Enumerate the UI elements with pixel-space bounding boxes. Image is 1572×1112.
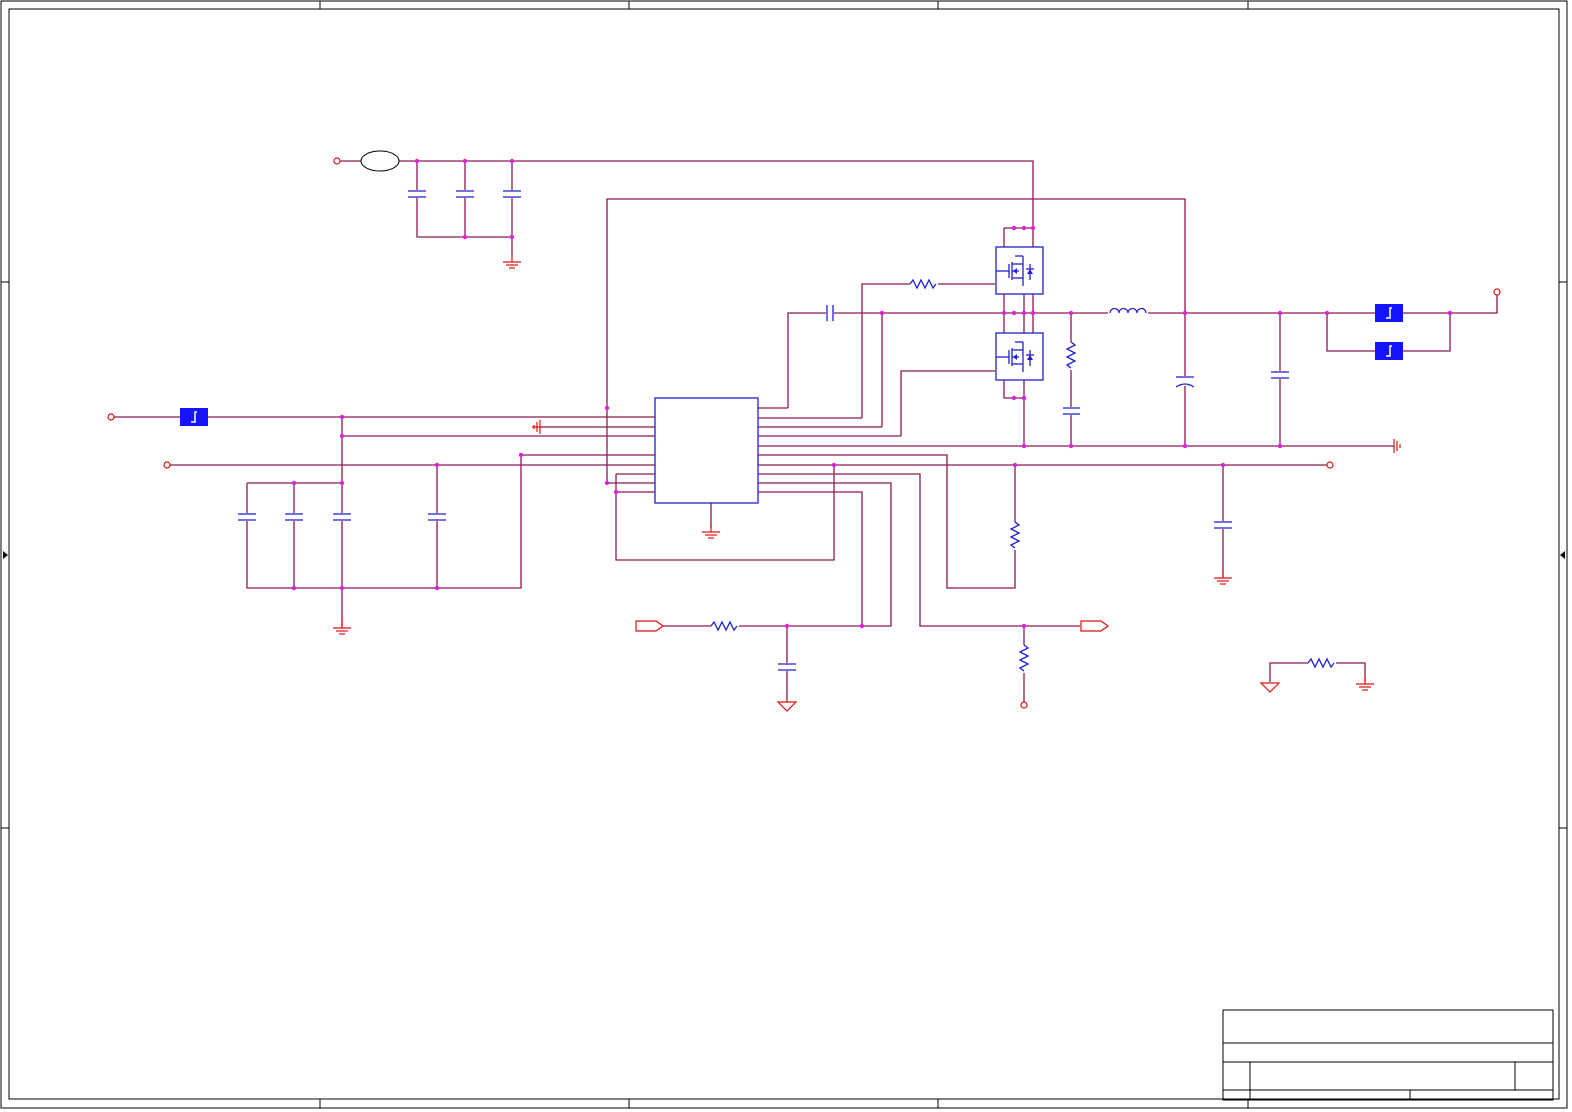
components [179, 150, 1404, 673]
controller-ic [654, 397, 759, 504]
signal-ground-symbol [776, 682, 1281, 712]
ground-symbol [1355, 675, 1375, 691]
schematic-canvas [0, 0, 1568, 1109]
wires [112, 160, 1498, 703]
ground-symbol [332, 619, 352, 635]
mosfet-high-side [995, 246, 1044, 295]
capacitor [234, 190, 1290, 671]
pad-symbol [1374, 303, 1404, 323]
ground-symbol [1213, 569, 1233, 585]
pad-symbol [179, 407, 209, 427]
sheet-frame [0, 0, 1568, 1109]
inductor [1108, 304, 1148, 314]
ground-symbol [701, 523, 721, 539]
ferrite-bead [360, 150, 400, 172]
mosfet-low-side [995, 332, 1044, 381]
ground-symbol [502, 253, 522, 269]
title-block [1222, 1009, 1554, 1101]
junctions [291, 158, 1453, 629]
pad-symbol [1374, 341, 1404, 361]
chassis-ground-symbol [532, 420, 1401, 453]
power-ports [107, 157, 1501, 712]
